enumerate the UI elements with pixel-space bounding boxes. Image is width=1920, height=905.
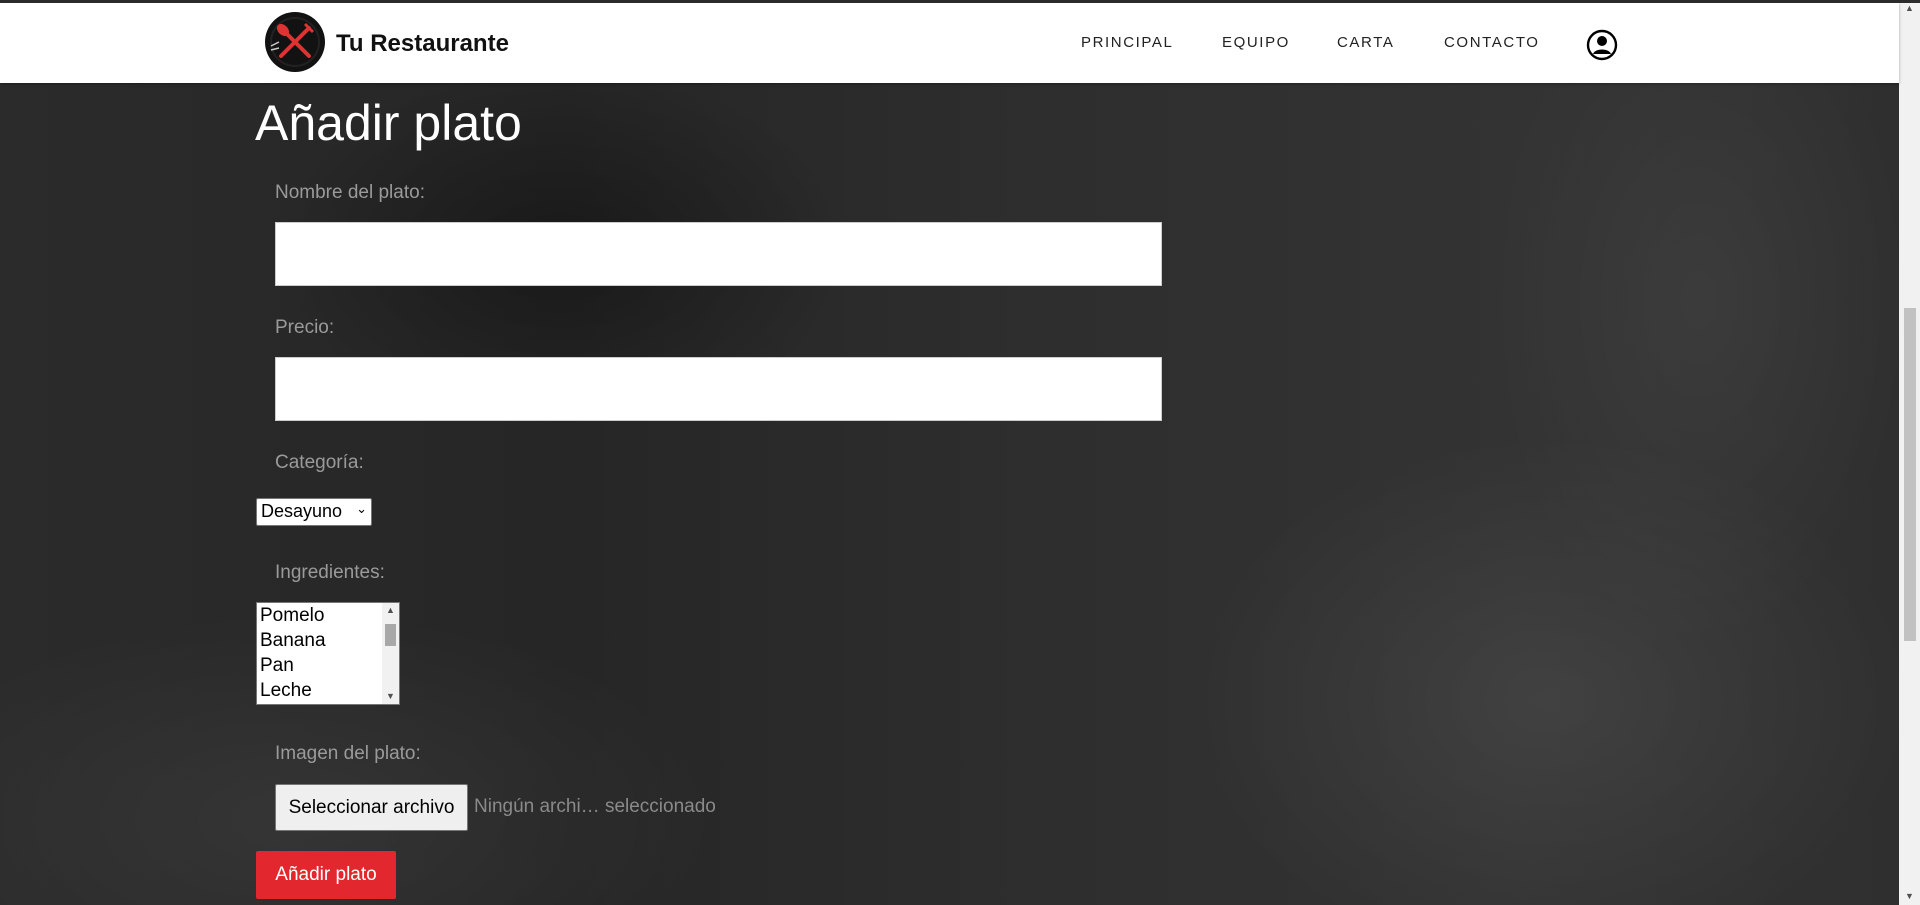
ingredient-option[interactable]: Leche — [257, 678, 399, 703]
scroll-up-arrow-icon[interactable]: ▲ — [382, 603, 399, 618]
category-select[interactable]: Desayuno ⌄ — [256, 498, 372, 526]
page-scroll-down-icon[interactable]: ▼ — [1899, 888, 1920, 905]
restaurant-logo[interactable] — [265, 12, 325, 72]
price-label: Precio: — [275, 317, 335, 338]
add-dish-button[interactable]: Añadir plato — [256, 851, 396, 899]
dish-name-label: Nombre del plato: — [275, 182, 425, 203]
category-selected-value: Desayuno — [261, 501, 343, 521]
chevron-down-icon: ⌄ — [356, 501, 367, 516]
brand-name[interactable]: Tu Restaurante — [336, 30, 509, 58]
page-scroll-thumb[interactable] — [1904, 308, 1916, 641]
site-header: Tu Restaurante PRINCIPAL EQUIPO CARTA CO… — [0, 3, 1899, 83]
user-account-icon[interactable] — [1586, 29, 1618, 61]
listbox-scrollbar[interactable]: ▲ ▼ — [382, 603, 399, 704]
file-status-text: Ningún archi… seleccionado — [474, 796, 716, 817]
page-title: Añadir plato — [255, 95, 522, 151]
ingredient-option[interactable]: Pomelo — [257, 603, 399, 628]
dish-image-label: Imagen del plato: — [275, 743, 421, 764]
scroll-down-arrow-icon[interactable]: ▼ — [382, 689, 399, 704]
ingredients-listbox[interactable]: Pomelo Banana Pan Leche ▲ ▼ — [256, 602, 400, 705]
listbox-scroll-thumb[interactable] — [385, 624, 396, 646]
dish-name-input[interactable] — [275, 222, 1162, 286]
select-file-button[interactable]: Seleccionar archivo — [275, 784, 468, 831]
category-label: Categoría: — [275, 452, 364, 473]
price-input[interactable] — [275, 357, 1162, 421]
nav-equipo[interactable]: EQUIPO — [1222, 34, 1290, 51]
nav-contacto[interactable]: CONTACTO — [1444, 34, 1540, 51]
ingredients-label: Ingredientes: — [275, 562, 385, 583]
window-top-border — [0, 0, 1920, 3]
nav-carta[interactable]: CARTA — [1337, 34, 1394, 51]
ingredient-option[interactable]: Banana — [257, 628, 399, 653]
ingredient-option[interactable]: Pan — [257, 653, 399, 678]
nav-principal[interactable]: PRINCIPAL — [1081, 34, 1173, 51]
page-scrollbar[interactable]: ▲ ▼ — [1899, 0, 1920, 905]
